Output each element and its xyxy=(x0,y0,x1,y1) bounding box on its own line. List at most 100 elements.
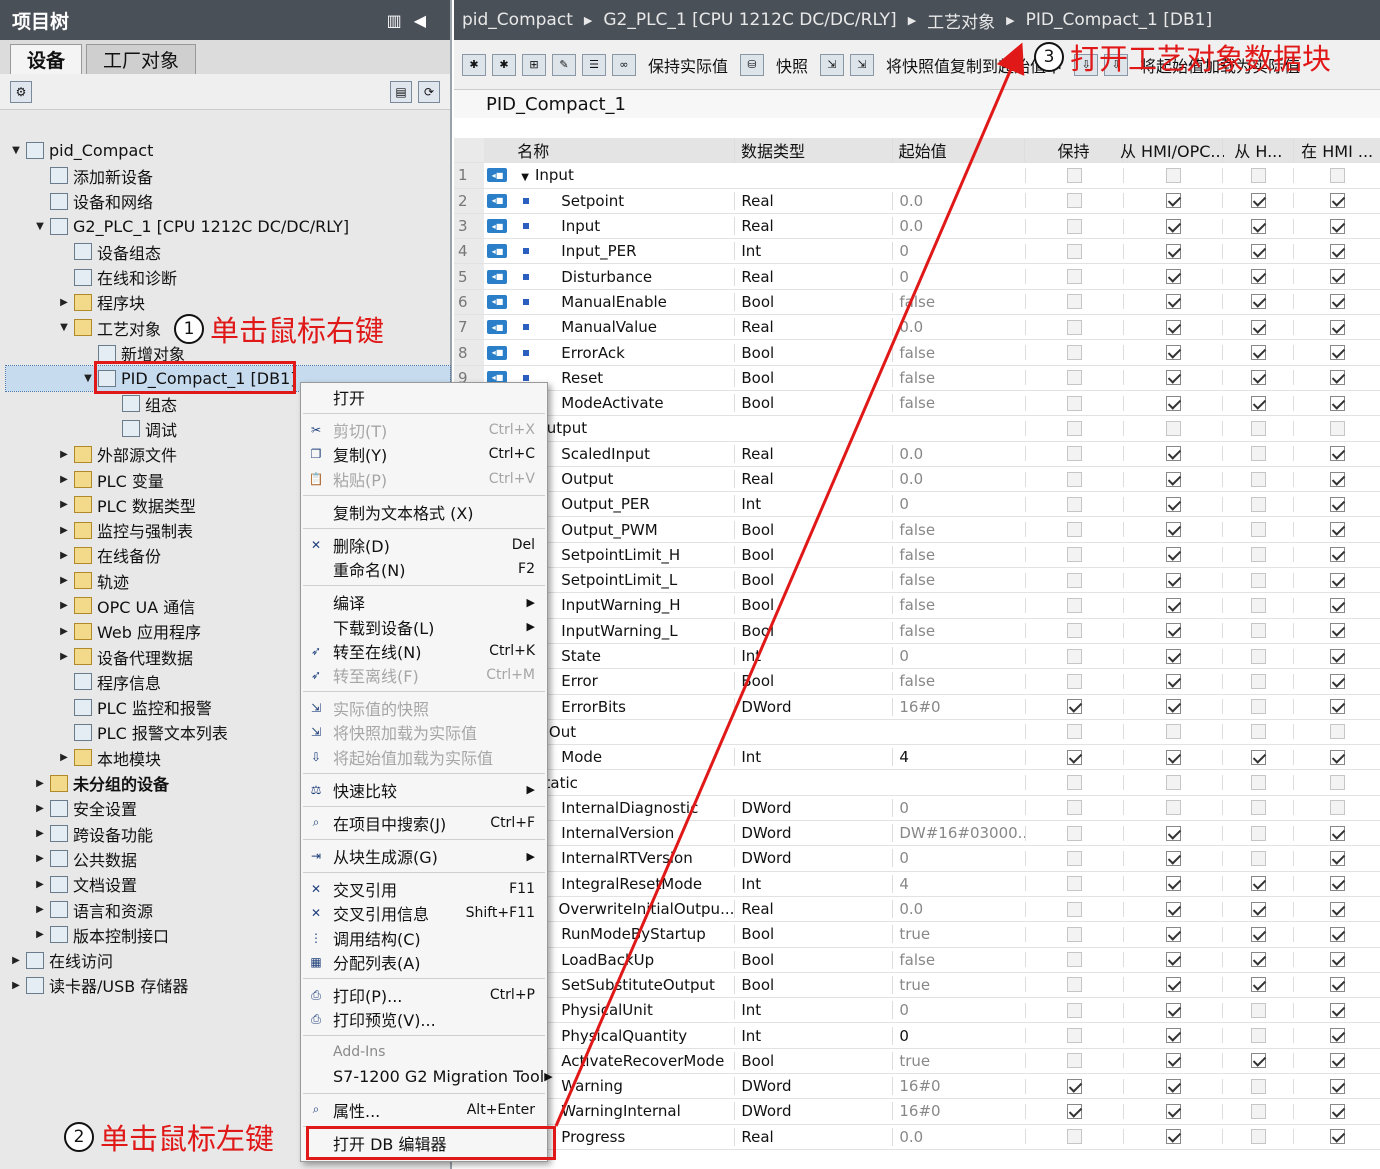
expand-icon[interactable]: ▶ xyxy=(58,626,70,637)
checkbox[interactable] xyxy=(1329,193,1345,209)
data-type[interactable]: Int xyxy=(734,495,892,514)
snapshot-copy-icon[interactable]: ⇲ xyxy=(850,53,875,76)
checkbox[interactable] xyxy=(1329,420,1345,436)
checkbox[interactable] xyxy=(1165,876,1181,892)
checkbox[interactable] xyxy=(1250,1053,1266,1069)
expand-icon[interactable]: ▶ xyxy=(58,474,70,485)
expand-icon[interactable]: ▶ xyxy=(34,853,46,864)
checkbox[interactable] xyxy=(1165,446,1181,462)
table-row[interactable]: 25◂■▼Static xyxy=(454,770,1380,796)
checkbox[interactable] xyxy=(1165,243,1181,259)
table-row[interactable]: 38◂■WarningInternalDWord16#0 xyxy=(454,1099,1380,1125)
checkbox[interactable] xyxy=(1165,1002,1181,1018)
checkbox[interactable] xyxy=(1165,673,1181,689)
checkbox[interactable] xyxy=(1067,952,1083,968)
checkbox[interactable] xyxy=(1067,471,1083,487)
list-icon[interactable]: ☰ xyxy=(582,53,606,76)
menu-item[interactable]: ✕ 删除(D) Del xyxy=(301,533,547,557)
checkbox[interactable] xyxy=(1067,167,1083,183)
table-row[interactable]: 27◂■InternalVersionDWordDW#16#03000... xyxy=(454,821,1380,847)
table-row[interactable]: 30◂■OverwriteInitialOutpu...Real0.0 xyxy=(454,896,1380,923)
checkbox[interactable] xyxy=(1165,623,1181,639)
checkbox[interactable] xyxy=(1067,1028,1083,1044)
data-type[interactable]: Bool xyxy=(734,292,892,311)
checkbox[interactable] xyxy=(1067,218,1083,234)
table-row[interactable]: 15◂■Output_PWMBoolfalse xyxy=(454,517,1380,543)
checkbox[interactable] xyxy=(1165,395,1181,411)
menu-item[interactable]: ▦ 分配列表(A) xyxy=(301,950,547,974)
checkbox[interactable] xyxy=(1067,1078,1083,1094)
checkbox[interactable] xyxy=(1067,1129,1083,1145)
table-row[interactable]: 14◂■Output_PERInt0 xyxy=(454,492,1380,518)
checkbox[interactable] xyxy=(1067,825,1083,841)
data-type[interactable]: Bool xyxy=(734,520,892,539)
checkbox[interactable] xyxy=(1329,775,1345,791)
menu-item[interactable]: ⌕ 在项目中搜索(J) Ctrl+F xyxy=(301,811,547,835)
col-start-value[interactable]: 起始值 xyxy=(891,138,1024,163)
menu-item[interactable]: S7-1200 G2 Migration Tool ▶ xyxy=(301,1065,553,1089)
table-row[interactable]: 22◂■ErrorBitsDWord16#0 xyxy=(454,694,1380,720)
expand-icon[interactable]: ▶ xyxy=(10,955,22,966)
table-row[interactable]: 31◂■RunModeByStartupBooltrue xyxy=(454,922,1380,948)
data-type[interactable]: Bool xyxy=(734,343,892,362)
checkbox[interactable] xyxy=(1250,699,1266,715)
collapse-icon[interactable]: ▼ xyxy=(10,145,22,156)
start-value[interactable]: 16#0 xyxy=(892,1077,1024,1096)
checkbox[interactable] xyxy=(1067,699,1083,715)
checkbox[interactable] xyxy=(1329,1053,1345,1069)
checkbox[interactable] xyxy=(1067,850,1083,866)
checkbox[interactable] xyxy=(1067,1002,1083,1018)
expand-icon[interactable]: ▶ xyxy=(58,575,70,586)
menu-item[interactable]: ⌕ 属性... Alt+Enter xyxy=(301,1098,547,1122)
checkbox[interactable] xyxy=(1067,1103,1083,1119)
start-value[interactable]: 0.0 xyxy=(892,444,1024,463)
snapshot-button[interactable]: 快照 xyxy=(776,53,808,77)
checkbox[interactable] xyxy=(1165,901,1181,917)
start-value[interactable]: true xyxy=(892,975,1024,994)
col-hmi-opc-access[interactable]: 从 HMI/OPC... xyxy=(1120,138,1226,163)
data-type[interactable]: Bool xyxy=(734,1051,892,1070)
breadcrumb-item[interactable]: PID_Compact_1 [DB1] xyxy=(1026,10,1212,30)
menu-item[interactable]: ✕ 交叉引用 F11 xyxy=(301,877,547,901)
checkbox[interactable] xyxy=(1329,370,1345,386)
checkbox[interactable] xyxy=(1329,345,1345,361)
checkbox[interactable] xyxy=(1250,218,1266,234)
start-value[interactable]: false xyxy=(892,596,1024,615)
table-row[interactable]: 12◂■ScaledInputReal0.0 xyxy=(454,441,1380,467)
tab-devices[interactable]: 设备 xyxy=(10,44,83,74)
checkbox[interactable] xyxy=(1250,825,1266,841)
collapse-icon[interactable]: ▼ xyxy=(82,373,94,384)
checkbox[interactable] xyxy=(1165,775,1181,791)
tree-item[interactable]: ▼ G2_PLC_1 [CPU 1212C DC/DC/RLY] xyxy=(6,214,450,239)
checkbox[interactable] xyxy=(1165,572,1181,588)
start-value[interactable]: false xyxy=(892,672,1024,691)
checkbox[interactable] xyxy=(1329,800,1345,816)
checkbox[interactable] xyxy=(1165,597,1181,613)
checkbox[interactable] xyxy=(1250,1129,1266,1145)
checkbox[interactable] xyxy=(1250,724,1266,740)
checkbox[interactable] xyxy=(1329,395,1345,411)
data-type[interactable]: DWord xyxy=(734,697,892,716)
menu-item[interactable]: ⚖ 快速比较 ▶ xyxy=(301,778,547,802)
expand-icon[interactable]: ▶ xyxy=(58,600,70,611)
start-value[interactable]: 0 xyxy=(892,242,1024,261)
table-row[interactable]: 35◂■PhysicalQuantityInt0 xyxy=(454,1023,1380,1049)
data-type[interactable]: Real xyxy=(734,267,892,286)
checkbox[interactable] xyxy=(1329,1078,1345,1094)
table-row[interactable]: 28◂■InternalRTVersionDWord0 xyxy=(454,846,1380,872)
start-value[interactable]: 0 xyxy=(892,849,1024,868)
start-value[interactable]: 0.0 xyxy=(892,217,1024,236)
data-type[interactable]: Bool xyxy=(734,596,892,615)
start-value[interactable]: false xyxy=(892,343,1024,362)
start-value[interactable]: 0 xyxy=(892,798,1024,817)
checkbox[interactable] xyxy=(1067,345,1083,361)
data-type[interactable]: Bool xyxy=(734,950,892,969)
checkbox[interactable] xyxy=(1067,724,1083,740)
expand-icon[interactable]: ▶ xyxy=(34,778,46,789)
start-value[interactable]: false xyxy=(892,621,1024,640)
tree-item[interactable]: 添加新设备 xyxy=(6,163,450,188)
table-row[interactable]: 3 ◂■ Input Real 0.0 xyxy=(454,213,1380,240)
checkbox[interactable] xyxy=(1067,294,1083,310)
keep-actual-button[interactable]: 保持实际值 xyxy=(648,53,728,77)
data-type[interactable]: DWord xyxy=(734,798,892,817)
